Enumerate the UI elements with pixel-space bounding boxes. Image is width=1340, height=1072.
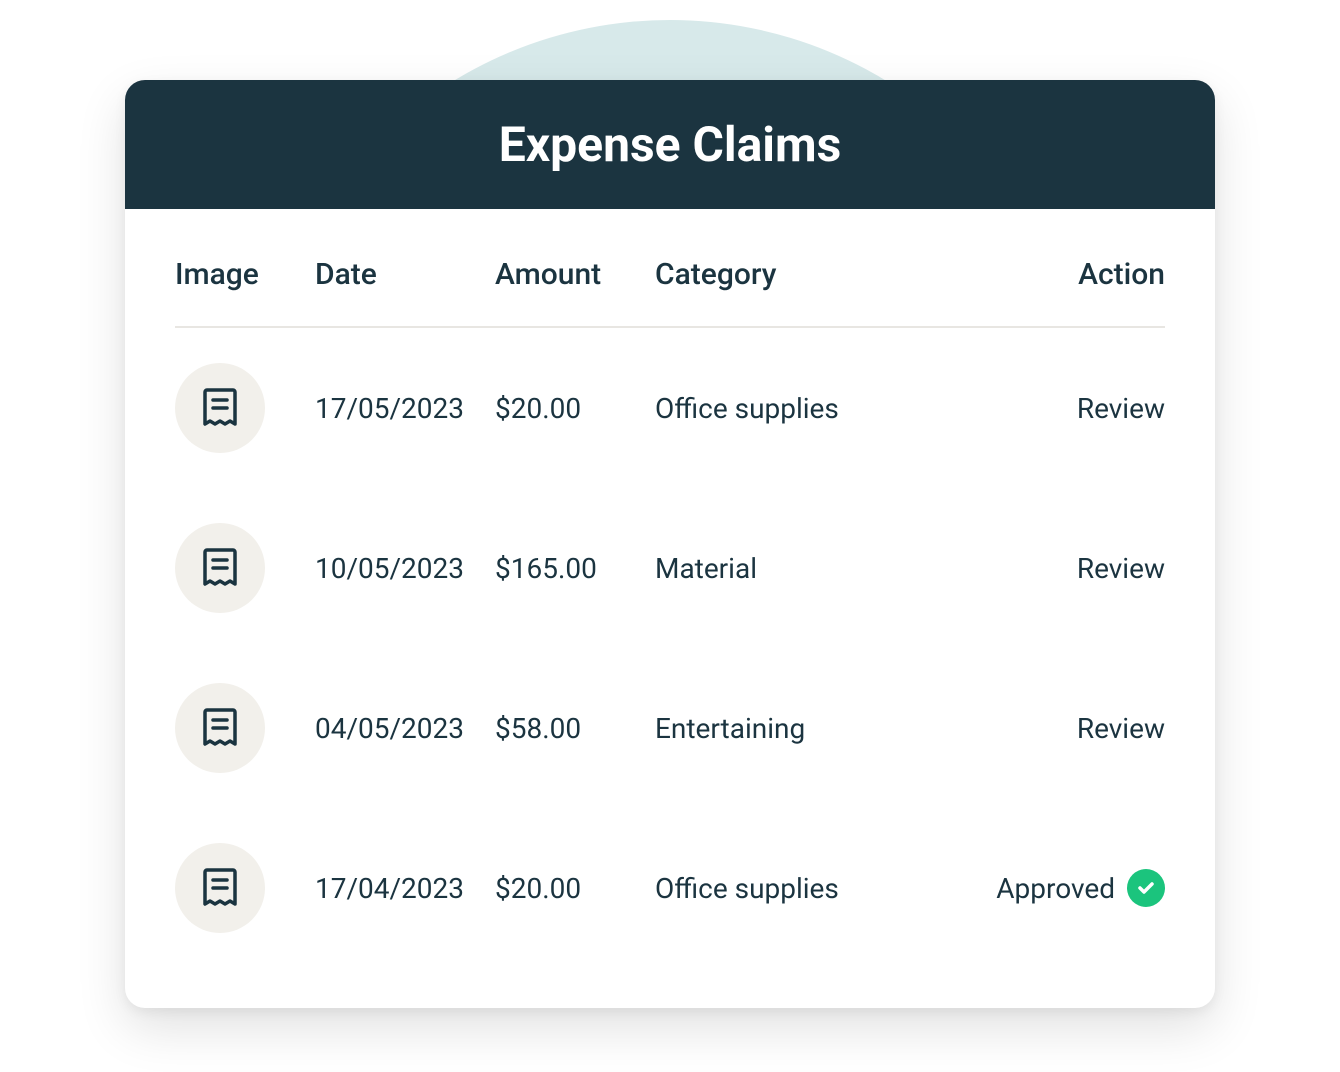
receipt-icon[interactable]: [175, 363, 265, 453]
cell-date: 04/05/2023: [315, 712, 495, 745]
column-header-date: Date: [315, 257, 495, 292]
expense-claims-card: Expense Claims Image Date Amount Categor…: [125, 80, 1215, 1008]
cell-action[interactable]: Review: [915, 712, 1165, 745]
cell-action[interactable]: Review: [915, 552, 1165, 585]
cell-date: 17/05/2023: [315, 392, 495, 425]
action-label: Approved: [996, 872, 1115, 905]
cell-image: [175, 523, 315, 613]
table-row: 17/05/2023 $20.00 Office supplies Review: [175, 328, 1165, 488]
action-label: Review: [1077, 712, 1165, 745]
cell-image: [175, 683, 315, 773]
column-header-category: Category: [655, 257, 915, 292]
cell-amount: $165.00: [495, 552, 655, 585]
table-row: 04/05/2023 $58.00 Entertaining Review: [175, 648, 1165, 808]
receipt-icon[interactable]: [175, 683, 265, 773]
cell-date: 10/05/2023: [315, 552, 495, 585]
cell-action[interactable]: Approved: [915, 869, 1165, 907]
receipt-icon[interactable]: [175, 523, 265, 613]
column-header-image: Image: [175, 257, 315, 292]
cell-image: [175, 843, 315, 933]
cell-category: Office supplies: [655, 872, 915, 905]
table-row: 10/05/2023 $165.00 Material Review: [175, 488, 1165, 648]
card-title: Expense Claims: [125, 80, 1215, 209]
cell-amount: $20.00: [495, 392, 655, 425]
cell-date: 17/04/2023: [315, 872, 495, 905]
cell-category: Office supplies: [655, 392, 915, 425]
cell-action[interactable]: Review: [915, 392, 1165, 425]
cell-image: [175, 363, 315, 453]
cell-category: Material: [655, 552, 915, 585]
column-header-action: Action: [915, 257, 1165, 292]
cell-amount: $20.00: [495, 872, 655, 905]
cell-category: Entertaining: [655, 712, 915, 745]
action-label: Review: [1077, 552, 1165, 585]
action-label: Review: [1077, 392, 1165, 425]
expense-table: Image Date Amount Category Action 17/05/…: [125, 209, 1215, 1008]
approved-check-icon: [1127, 869, 1165, 907]
receipt-icon[interactable]: [175, 843, 265, 933]
table-header-row: Image Date Amount Category Action: [175, 209, 1165, 328]
table-row: 17/04/2023 $20.00 Office supplies Approv…: [175, 808, 1165, 968]
cell-amount: $58.00: [495, 712, 655, 745]
column-header-amount: Amount: [495, 257, 655, 292]
